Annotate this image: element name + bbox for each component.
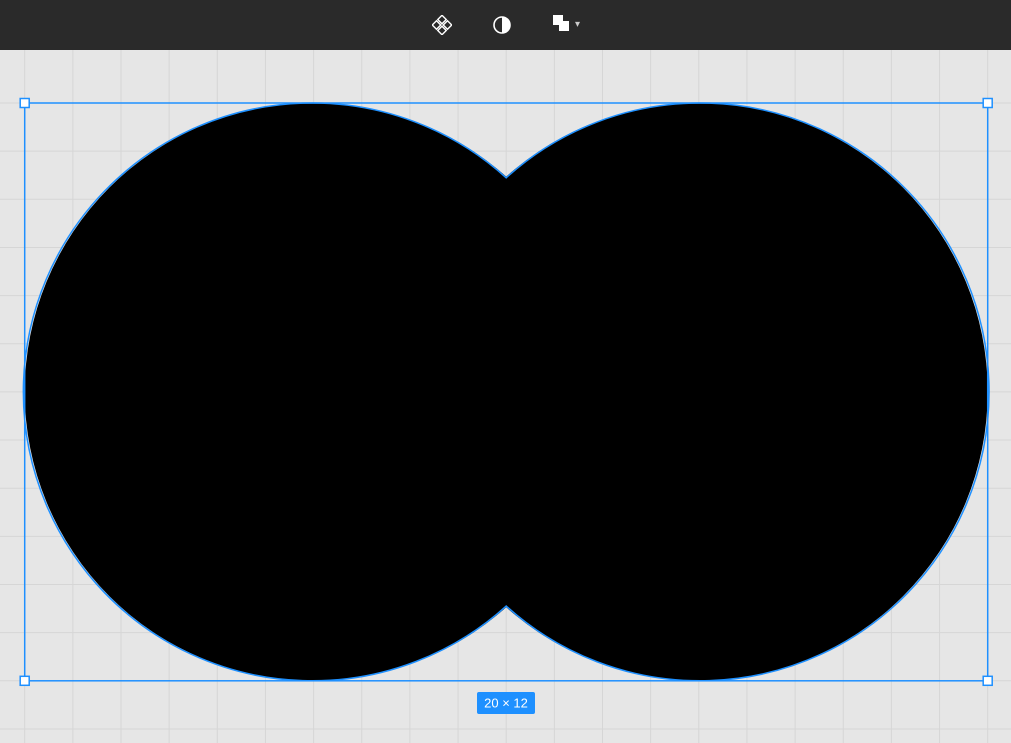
resize-handle-ne[interactable] — [983, 99, 992, 108]
canvas[interactable]: 20 × 12 — [0, 50, 1011, 743]
components-icon — [432, 15, 452, 35]
components-button[interactable] — [425, 8, 459, 42]
boolean-button[interactable]: ▾ — [545, 9, 586, 42]
selection-dimensions-text: 20 × 12 — [484, 696, 528, 711]
selection-dimensions-badge: 20 × 12 — [477, 692, 535, 714]
toolbar: ▾ — [0, 0, 1011, 50]
resize-handle-nw[interactable] — [20, 99, 29, 108]
boolean-shape[interactable] — [23, 103, 989, 681]
boolean-union-icon — [551, 13, 571, 38]
resize-handle-sw[interactable] — [20, 676, 29, 685]
mask-icon — [492, 15, 512, 35]
mask-button[interactable] — [485, 8, 519, 42]
chevron-down-icon: ▾ — [575, 20, 580, 30]
resize-handle-se[interactable] — [983, 676, 992, 685]
